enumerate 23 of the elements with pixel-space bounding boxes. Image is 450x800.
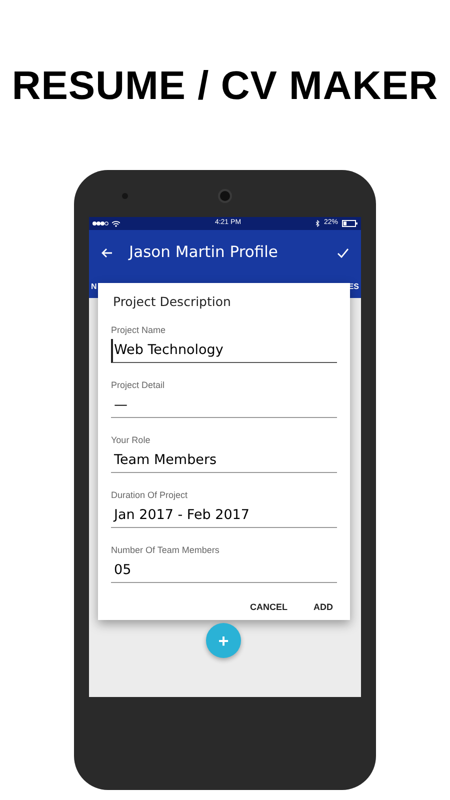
field-label: Project Detail: [111, 378, 166, 391]
wifi-icon: [112, 220, 120, 226]
input-field[interactable]: Jan 2017 - Feb 2017: [111, 504, 337, 528]
field-label: Duration Of Project: [111, 488, 189, 501]
battery-icon: [342, 220, 358, 227]
input-field[interactable]: Web Technology: [111, 338, 337, 363]
signal-icon: [92, 221, 110, 226]
bluetooth-icon: [316, 220, 320, 227]
tab[interactable]: N: [89, 280, 99, 292]
app-bar-title: Jason Martin Profile: [129, 242, 278, 263]
field-label: Project Name: [111, 324, 167, 336]
field-label: Number Of Team Members: [111, 544, 220, 556]
input-field[interactable]: —: [111, 394, 337, 418]
dialog-title: Project Description: [113, 293, 232, 311]
input-field[interactable]: 05: [111, 558, 337, 583]
back-icon[interactable]: [101, 248, 113, 258]
headline: RESUME / CV MAKER: [12, 63, 438, 110]
input-field[interactable]: Team Members: [111, 448, 337, 473]
add-button[interactable]: ADD: [310, 596, 337, 618]
cancel-button[interactable]: CANCEL: [246, 596, 292, 618]
check-icon[interactable]: [337, 248, 349, 258]
field-label: Your Role: [111, 434, 152, 446]
camera-icon: [218, 189, 232, 203]
